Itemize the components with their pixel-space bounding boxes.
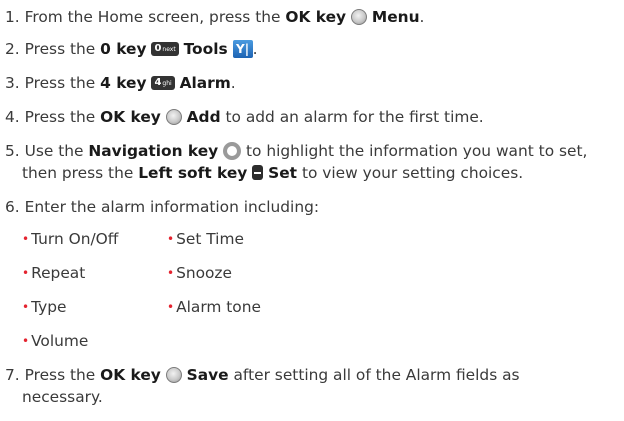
step-number: 5. <box>5 142 20 160</box>
step-4: 4. Press the OK key Add to add an alarm … <box>5 108 484 126</box>
tools-icon: Y| <box>232 39 253 58</box>
key-name: Navigation key <box>88 142 219 160</box>
four-key-icon: 4ghi <box>151 75 175 90</box>
bullet-icon: • <box>22 300 30 314</box>
step-number: 3. <box>5 74 20 92</box>
left-soft-key-icon <box>252 165 264 180</box>
add-label: Add <box>186 108 221 126</box>
bullet-icon: • <box>167 300 175 314</box>
bullet-icon: • <box>22 232 30 246</box>
list-item: • Alarm tone <box>167 298 261 316</box>
step-5: 5. Use the Navigation key to highlight t… <box>5 141 588 160</box>
step-text: Press the <box>24 108 96 126</box>
step-number: 1. <box>5 8 20 26</box>
step-6: 6. Enter the alarm information including… <box>5 197 319 218</box>
list-item: • Set Time <box>167 230 244 248</box>
bullet-icon: • <box>167 232 175 246</box>
step-number: 7. <box>5 366 20 384</box>
step-text: Use the <box>24 142 84 160</box>
ok-key-icon <box>165 108 182 125</box>
step-text: Press the <box>24 74 96 92</box>
zero-key-icon: 0next <box>151 41 179 56</box>
ok-key-icon <box>165 366 182 383</box>
tools-label: Tools <box>183 40 228 58</box>
step-1: 1. From the Home screen, press the OK ke… <box>5 8 425 26</box>
key-name: OK key <box>100 366 161 384</box>
bullet-icon: • <box>167 266 175 280</box>
key-name: Left soft key <box>138 164 248 182</box>
list-item: • Snooze <box>167 264 232 282</box>
list-item: • Type <box>22 298 67 316</box>
step-number: 6. <box>5 198 20 216</box>
step-number: 4. <box>5 108 20 126</box>
set-label: Set <box>268 164 298 182</box>
ok-key-icon <box>350 8 367 25</box>
alarm-label: Alarm <box>179 74 231 92</box>
step-3: 3. Press the 4 key 4ghi Alarm. <box>5 74 236 92</box>
step-5-line-2: then press the Left soft key Set to view… <box>22 164 524 182</box>
step-text: Press the <box>24 366 96 384</box>
key-name: OK key <box>100 108 161 126</box>
list-item: • Repeat <box>22 264 86 282</box>
key-name: OK key <box>285 8 347 26</box>
save-label: Save <box>186 366 229 384</box>
bullet-icon: • <box>22 266 30 280</box>
step-number: 2. <box>5 40 20 58</box>
step-text: Press the <box>24 40 96 58</box>
list-item: • Turn On/Off <box>22 230 119 248</box>
navigation-key-icon <box>223 141 242 160</box>
key-name: 4 key <box>100 74 147 92</box>
key-name: 0 key <box>100 40 147 58</box>
step-text: Enter the alarm information including: <box>24 198 320 216</box>
list-item: • Volume <box>22 332 89 350</box>
bullet-icon: • <box>22 334 30 348</box>
menu-label: Menu <box>371 8 420 26</box>
step-2: 2. Press the 0 key 0next Tools Y|. <box>5 39 258 58</box>
step-7: 7. Press the OK key Save after setting a… <box>5 366 520 384</box>
step-text: From the Home screen, press the <box>24 8 281 26</box>
step-7-line-2: necessary. <box>22 388 103 406</box>
